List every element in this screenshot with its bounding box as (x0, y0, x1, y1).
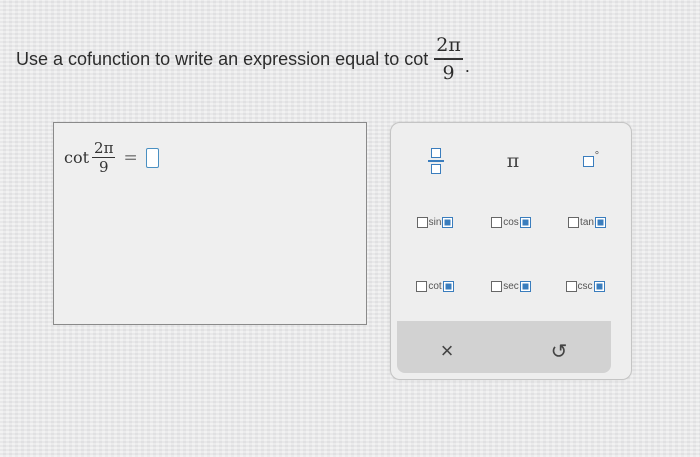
prompt-numerator: 2π (436, 34, 461, 57)
coefficient-slot-icon (416, 216, 428, 228)
math-keypad: π ° sin cos tan cot sec csc × ↺ (390, 122, 632, 380)
fraction-numerator-slot-icon (431, 148, 441, 159)
coefficient-slot-icon (565, 280, 577, 292)
argument-slot-icon (519, 216, 531, 228)
argument-slot-icon (442, 280, 454, 292)
argument-slot-icon (519, 280, 531, 292)
cos-button[interactable]: cos (483, 211, 539, 233)
question-prompt: Use a cofunction to write an expression … (16, 28, 470, 90)
answer-input[interactable] (145, 147, 159, 168)
tan-button[interactable]: tan (561, 211, 613, 233)
argument-slot-icon (442, 216, 454, 228)
coefficient-slot-icon (491, 280, 503, 292)
equals-sign: = (123, 147, 138, 168)
sec-button[interactable]: sec (483, 275, 539, 297)
coefficient-slot-icon (416, 280, 428, 292)
answer-numerator: 2π (94, 139, 114, 157)
fraction-denominator-slot-icon (431, 163, 441, 174)
answer-func: cot (64, 148, 90, 168)
prompt-fraction: 2π 9 (434, 34, 463, 84)
clear-button[interactable]: × (429, 333, 465, 369)
coefficient-slot-icon (568, 216, 580, 228)
degree-button[interactable]: ° (571, 141, 611, 181)
prompt-text: Use a cofunction to write an expression … (16, 48, 429, 69)
sin-button[interactable]: sin (407, 211, 463, 233)
answer-fraction: 2π 9 (92, 139, 116, 177)
csc-button[interactable]: csc (557, 275, 613, 297)
fraction-button[interactable] (419, 141, 453, 181)
argument-slot-icon (593, 280, 605, 292)
degree-symbol: ° (594, 150, 600, 162)
prompt-denominator: 9 (442, 61, 455, 84)
undo-button[interactable]: ↺ (541, 333, 577, 369)
fraction-bar-icon (428, 160, 444, 162)
cot-button[interactable]: cot (407, 275, 463, 297)
answer-area[interactable]: cot 2π 9 = (53, 122, 367, 325)
answer-denominator: 9 (98, 158, 109, 177)
degree-slot-icon (582, 155, 594, 167)
prompt-period: . (464, 55, 470, 76)
csc-label: csc (577, 280, 593, 292)
cos-label: cos (503, 216, 519, 228)
tan-label: tan (580, 216, 594, 228)
fraction-bar (434, 58, 463, 60)
pi-button[interactable]: π (496, 141, 530, 181)
cot-label: cot (428, 280, 442, 292)
sin-label: sin (428, 216, 442, 228)
argument-slot-icon (594, 216, 606, 228)
answer-expression: cot 2π 9 = (64, 139, 159, 176)
sec-label: sec (503, 280, 519, 292)
coefficient-slot-icon (491, 216, 503, 228)
